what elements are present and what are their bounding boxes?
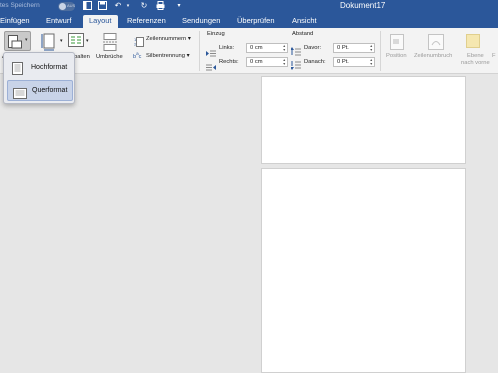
menu-item-hochformat[interactable]: Hochformat	[7, 58, 73, 79]
spacing-before-label: Davor:	[304, 45, 322, 51]
spalten-label: palten	[74, 54, 90, 60]
document-page-2[interactable]	[261, 168, 466, 373]
line-numbers-icon: 12	[134, 34, 144, 52]
indent-right-icon	[206, 58, 216, 76]
tab-sendungen[interactable]: Sendungen	[182, 15, 220, 28]
hochformat-label: Hochformat	[31, 64, 68, 71]
columns-dropdown-icon[interactable]: ▾	[86, 38, 89, 44]
umbrueche-label[interactable]: Umbrüche	[96, 54, 123, 60]
autosave-label: tes Speichern	[0, 2, 40, 9]
indent-left-stepper-icon[interactable]: ▲ ▼	[283, 44, 286, 52]
next-group-label: F	[492, 53, 496, 59]
size-dropdown-icon[interactable]: ▾	[60, 38, 63, 44]
sidebar-toggle-icon[interactable]	[82, 1, 92, 11]
indent-right-input[interactable]: 0 cm ▲ ▼	[246, 57, 288, 67]
indent-left-input[interactable]: 0 cm ▲ ▼	[246, 43, 288, 53]
menu-item-querformat[interactable]: Querformat	[7, 80, 73, 101]
tab-ueberpruefen[interactable]: Überprüfen	[237, 15, 275, 28]
tab-ansicht[interactable]: Ansicht	[292, 15, 317, 28]
indent-right-stepper-icon[interactable]: ▲ ▼	[283, 58, 286, 66]
orientation-button[interactable]: ▾	[4, 31, 31, 51]
portrait-page-icon	[12, 62, 23, 80]
position-label: Position	[386, 53, 407, 59]
silbentrennung-button[interactable]: Silbentrennung ▾	[146, 53, 190, 59]
tab-layout[interactable]: Layout	[83, 15, 118, 28]
svg-text:2: 2	[134, 43, 136, 47]
spacing-before-value: 0 Pt.	[337, 45, 349, 51]
spacing-after-label: Danach:	[304, 59, 326, 65]
toggle-state-label: AUS	[67, 3, 76, 8]
querformat-label: Querformat	[32, 87, 68, 94]
indent-left-value: 0 cm	[250, 45, 263, 51]
tab-entwurf[interactable]: Entwurf	[46, 15, 71, 28]
indent-left-label: Links:	[219, 45, 235, 51]
save-icon[interactable]	[97, 1, 107, 11]
hyphenation-icon: bac	[133, 51, 142, 60]
ribbon-separator	[199, 31, 200, 71]
spacing-after-icon	[290, 57, 301, 75]
zeilennummern-label: Zeilennummern	[146, 36, 187, 42]
document-title: Dokument17	[340, 1, 386, 10]
document-page-1[interactable]	[261, 76, 466, 164]
undo-dropdown-icon[interactable]: ▾	[123, 1, 133, 11]
zeilennummern-button[interactable]: Zeilennummern ▾	[146, 36, 191, 42]
bring-forward-icon[interactable]	[466, 34, 480, 53]
tab-einfuegen[interactable]: Einfügen	[0, 15, 30, 28]
breaks-icon[interactable]	[103, 33, 117, 56]
undo-icon[interactable]: ↶	[113, 1, 123, 11]
zeilenumbruch-label: Zeilenumbruch	[414, 53, 453, 59]
toggle-knob	[59, 3, 66, 10]
ribbon-separator	[380, 31, 381, 71]
einzug-group-label: Einzug	[207, 31, 225, 37]
spacing-after-value: 0 Pt.	[337, 59, 349, 65]
spacing-before-input[interactable]: 0 Pt. ▲ ▼	[333, 43, 375, 53]
spacing-after-stepper-icon[interactable]: ▲ ▼	[370, 58, 373, 66]
indent-right-value: 0 cm	[250, 59, 263, 65]
abstand-group-label: Abstand	[292, 31, 314, 37]
title-bar: tes Speichern AUS ↶ ▾ ↻ ▾ Dokument17	[0, 0, 498, 13]
tab-referenzen[interactable]: Referenzen	[127, 15, 166, 28]
landscape-page-icon	[13, 86, 27, 104]
silbentrennung-label: Silbentrennung	[146, 53, 185, 59]
spacing-after-input[interactable]: 0 Pt. ▲ ▼	[333, 57, 375, 67]
orientation-dropdown-icon: ▾	[25, 37, 28, 43]
spacing-before-stepper-icon[interactable]: ▲ ▼	[370, 44, 373, 52]
position-icon[interactable]	[390, 34, 404, 55]
wrap-text-icon[interactable]	[428, 34, 444, 55]
orientation-menu: Hochformat Querformat	[3, 52, 75, 104]
ribbon-tabs: Einfügen Entwurf Layout Referenzen Sendu…	[0, 13, 498, 28]
autosave-toggle[interactable]: AUS	[58, 2, 75, 11]
columns-icon[interactable]	[68, 33, 84, 52]
svg-text:1: 1	[134, 38, 136, 42]
redo-icon[interactable]: ↻	[139, 1, 149, 11]
print-icon[interactable]	[155, 1, 165, 11]
indent-right-label: Rechts:	[219, 59, 239, 65]
ebene-label-line1: Ebene	[467, 53, 484, 59]
ebene-label-line2: nach vorne	[461, 60, 490, 66]
customize-toolbar-icon[interactable]: ▾	[174, 1, 184, 11]
